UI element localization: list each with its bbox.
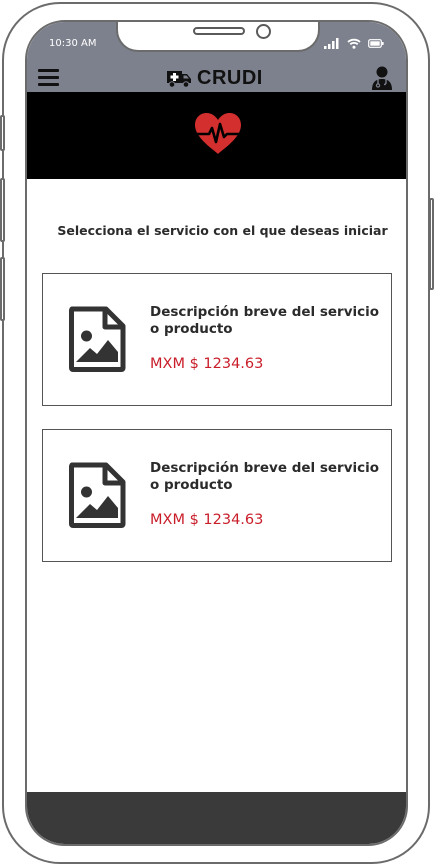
nav-bar: CRUDI (27, 65, 406, 92)
card-price: MXM $ 1234.63 (150, 356, 264, 372)
app-title: CRUDI (197, 67, 263, 89)
image-file-icon (69, 306, 126, 372)
hamburger-icon[interactable] (38, 69, 59, 87)
front-camera (256, 24, 271, 39)
instruction-text: Selecciona el servicio con el que deseas… (57, 223, 388, 238)
phone-screen: 10:30 AM CRUDI Selecciona el servicio co… (25, 20, 408, 846)
heartbeat-icon (195, 113, 241, 154)
phone-side-button-volume-up (0, 178, 5, 242)
wifi-icon (347, 38, 361, 49)
signal-icon (324, 38, 339, 49)
doctor-icon[interactable] (371, 66, 393, 94)
service-card[interactable]: Descripción breve del servicio o product… (42, 273, 392, 406)
card-price: MXM $ 1234.63 (150, 512, 264, 528)
hero-banner (27, 92, 406, 179)
status-icons (324, 38, 384, 49)
speaker (193, 27, 245, 35)
battery-icon (368, 39, 384, 48)
status-time: 10:30 AM (49, 38, 97, 49)
phone-side-button-mute (0, 115, 5, 151)
service-card[interactable]: Descripción breve del servicio o product… (42, 429, 392, 562)
phone-side-button-volume-down (0, 257, 5, 321)
image-file-icon (69, 462, 126, 528)
card-description: Descripción breve del servicio o product… (150, 460, 380, 493)
bottom-bar (27, 792, 406, 844)
app-header: 10:30 AM CRUDI (27, 22, 406, 92)
notch (116, 22, 320, 52)
card-description: Descripción breve del servicio o product… (150, 304, 380, 337)
ambulance-icon (167, 71, 191, 88)
brand: CRUDI (167, 67, 263, 90)
phone-side-button-power (429, 198, 434, 290)
